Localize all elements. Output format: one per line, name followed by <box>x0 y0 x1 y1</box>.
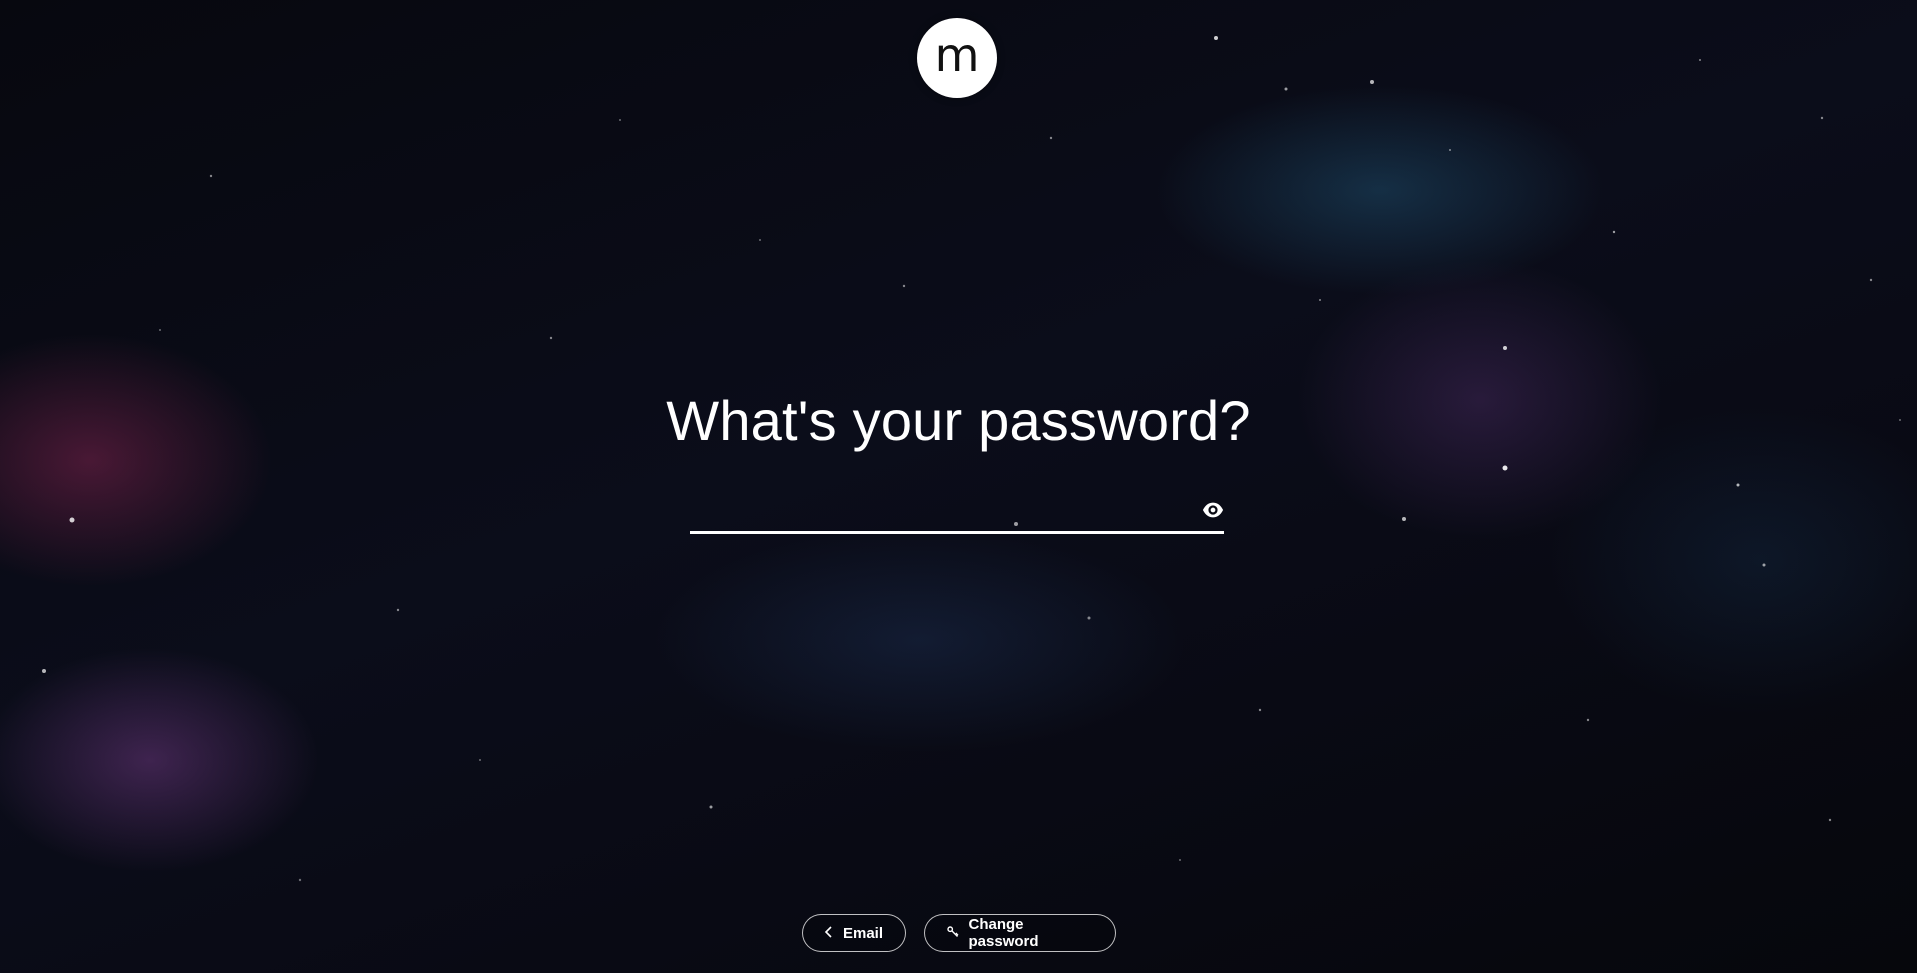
footer-actions: Email Change password <box>0 914 1917 952</box>
key-icon <box>946 926 959 940</box>
starfield-background <box>42 36 1901 882</box>
password-underline <box>690 531 1224 534</box>
login-screen: m What's your password? Email Change pas… <box>0 0 1917 973</box>
password-field-container <box>690 490 1224 534</box>
password-input[interactable] <box>690 490 1194 532</box>
change-password-button[interactable]: Change password <box>923 914 1116 952</box>
chevron-left-icon <box>824 926 833 940</box>
brand-logo: m <box>917 18 997 98</box>
logo-letter: m <box>934 28 980 82</box>
page-title: What's your password? <box>666 389 1251 452</box>
change-password-label: Change password <box>968 916 1039 950</box>
back-to-email-button[interactable]: Email <box>801 914 906 952</box>
back-button-label: Email <box>842 924 884 942</box>
eye-icon[interactable] <box>1202 499 1224 521</box>
